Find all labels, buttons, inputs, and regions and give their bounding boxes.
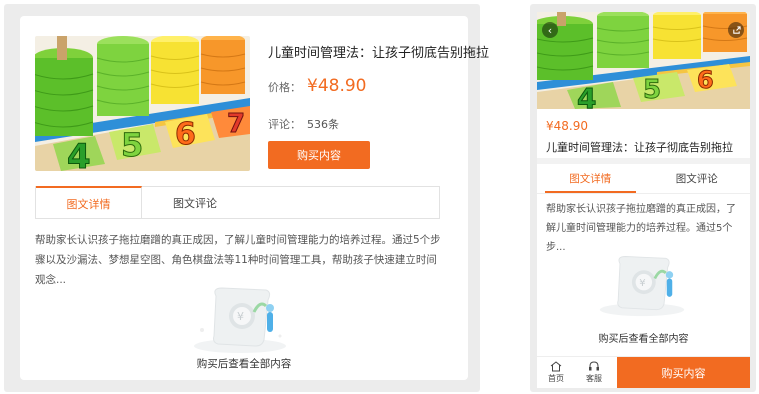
product-title: 儿童时间管理法：让孩子彻底告别拖拉 (268, 46, 490, 61)
svg-text:6: 6 (175, 117, 196, 152)
headset-icon (589, 361, 599, 371)
nav-customer-service[interactable]: 客服 (575, 357, 613, 388)
content-tabs: 图文详情 图文评论 (35, 186, 440, 219)
svg-text:5: 5 (121, 126, 143, 164)
price-value: ¥48.90 (307, 76, 367, 96)
review-count: 536条 (307, 118, 339, 131)
desktop-preview-frame: 4 5 6 7 儿童时间管理法：让孩子彻底告别拖拉 价格： ¥48.90 评论：… (4, 4, 489, 392)
buy-content-button[interactable]: 购买内容 (617, 357, 750, 388)
tab-reviews[interactable]: 图文评论 (142, 187, 248, 218)
tab-details[interactable]: 图文详情 (537, 164, 644, 193)
product-thumbnail: 4 5 6 (537, 12, 750, 109)
locked-content-illustration: ¥ (587, 246, 697, 322)
locked-content-text: 购买后查看全部内容 (598, 334, 689, 345)
nav-customer-service-label: 客服 (586, 374, 602, 383)
price-value: ¥48.90 (546, 119, 588, 133)
price-label: 价格： (268, 81, 301, 94)
buy-content-button[interactable]: 购买内容 (268, 141, 370, 169)
svg-text:¥: ¥ (237, 310, 244, 323)
review-label: 评论： (268, 118, 301, 131)
svg-text:4: 4 (577, 82, 596, 109)
nav-home-label: 首页 (548, 374, 564, 383)
svg-text:5: 5 (643, 75, 661, 105)
share-icon[interactable] (728, 22, 744, 38)
mobile-bottom-bar: 首页 客服 购买内容 (537, 356, 750, 388)
product-thumbnail: 4 5 6 7 (35, 36, 250, 171)
svg-text:7: 7 (227, 109, 245, 139)
svg-text:¥: ¥ (639, 278, 645, 289)
tab-details[interactable]: 图文详情 (36, 186, 142, 219)
mobile-product-card: 4 5 6 ‹ ¥48.90 儿童时间管理法：让孩子彻底告别拖拉 图文详情 图文… (537, 12, 750, 388)
home-icon (550, 361, 562, 372)
price-row: 价格： ¥48.90 (268, 76, 366, 96)
product-title: 儿童时间管理法：让孩子彻底告别拖拉 (546, 141, 733, 154)
review-row: 评论： 536条 (268, 116, 339, 132)
locked-content-illustration: ¥ (180, 278, 300, 358)
svg-text:4: 4 (67, 137, 91, 171)
desktop-product-card: 4 5 6 7 儿童时间管理法：让孩子彻底告别拖拉 价格： ¥48.90 评论：… (20, 16, 489, 380)
nav-home[interactable]: 首页 (537, 357, 575, 388)
tab-reviews[interactable]: 图文评论 (644, 164, 751, 193)
svg-text:6: 6 (697, 66, 714, 94)
mobile-preview-frame: 4 5 6 ‹ ¥48.90 儿童时间管理法：让孩子彻底告别拖拉 图文详情 图文… (530, 4, 756, 392)
content-tabs: 图文详情 图文评论 (537, 164, 750, 194)
back-arrow-icon[interactable]: ‹ (542, 22, 558, 38)
locked-content-text: 购买后查看全部内容 (196, 358, 292, 370)
